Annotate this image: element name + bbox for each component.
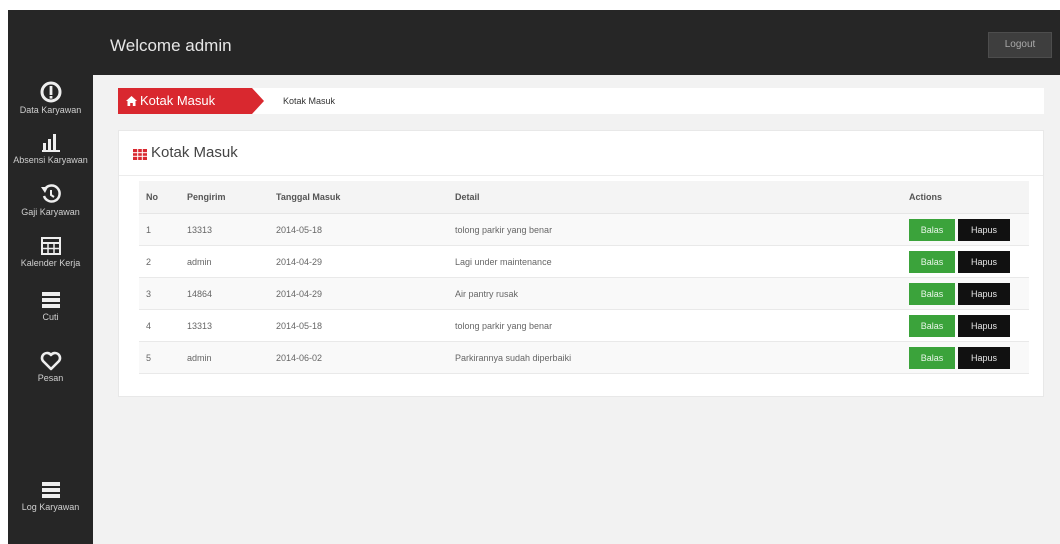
column-header-pengirim[interactable]: Pengirim: [180, 181, 269, 214]
inbox-panel: Kotak Masuk No Pengirim Tanggal Masuk De…: [118, 130, 1044, 397]
cell-no: 4: [139, 309, 180, 342]
breadcrumb-current: Kotak Masuk: [283, 96, 336, 106]
logout-button[interactable]: Logout: [988, 32, 1052, 58]
sidebar-item-data-karyawan[interactable]: Data Karyawan: [8, 81, 93, 115]
table-row: 5 admin 2014-06-02 Parkirannya sudah dip…: [139, 341, 1029, 374]
sidebar-item-label: Cuti: [42, 312, 59, 322]
sidebar-item-label: Pesan: [37, 373, 64, 383]
sidebar-item-label: Absensi Karyawan: [13, 155, 88, 165]
cell-pengirim: 13313: [180, 213, 269, 246]
cell-detail: Parkirannya sudah diperbaiki: [448, 341, 902, 374]
hapus-button[interactable]: Hapus: [958, 282, 1010, 305]
table-row: 1 13313 2014-05-18 tolong parkir yang be…: [139, 213, 1029, 246]
cell-actions: Balas Hapus: [902, 341, 1029, 374]
list-icon: [41, 482, 60, 498]
cell-actions: Balas Hapus: [902, 309, 1029, 342]
panel-title: Kotak Masuk: [151, 144, 238, 161]
cell-actions: Balas Hapus: [902, 277, 1029, 310]
table-icon: [133, 149, 147, 160]
cell-tanggal: 2014-05-18: [269, 213, 448, 246]
hapus-button[interactable]: Hapus: [958, 218, 1010, 241]
table-header-row: No Pengirim Tanggal Masuk Detail Actions: [139, 181, 1029, 214]
app-frame: Welcome admin Logout Data Karyawan Absen…: [8, 10, 1060, 544]
home-icon: [126, 96, 137, 106]
sidebar-item-label: Log Karyawan: [21, 502, 80, 512]
cell-pengirim: 14864: [180, 277, 269, 310]
balas-button[interactable]: Balas: [909, 346, 955, 369]
balas-button[interactable]: Balas: [909, 314, 955, 337]
breadcrumb-home[interactable]: Kotak Masuk: [118, 88, 252, 114]
cell-tanggal: 2014-05-18: [269, 309, 448, 342]
cell-detail: tolong parkir yang benar: [448, 309, 902, 342]
cell-tanggal: 2014-06-02: [269, 341, 448, 374]
sidebar-item-kalender-kerja[interactable]: Kalender Kerja: [8, 236, 93, 268]
cell-actions: Balas Hapus: [902, 245, 1029, 278]
breadcrumb: Kotak Masuk Kotak Masuk: [118, 88, 1044, 114]
balas-button[interactable]: Balas: [909, 218, 955, 241]
cell-no: 3: [139, 277, 180, 310]
top-bar: Welcome admin Logout: [8, 10, 1060, 75]
hapus-button[interactable]: Hapus: [958, 346, 1010, 369]
main-content: Kotak Masuk Kotak Masuk Kotak Masuk No P…: [93, 75, 1060, 544]
inbox-table: No Pengirim Tanggal Masuk Detail Actions…: [139, 181, 1029, 374]
list-icon: [41, 292, 60, 308]
bar-chart-icon: [41, 134, 60, 152]
welcome-text: Welcome admin: [110, 36, 232, 55]
calendar-grid-icon: [40, 237, 61, 255]
column-header-detail[interactable]: Detail: [448, 181, 902, 214]
cell-detail: Air pantry rusak: [448, 277, 902, 310]
table-row: 2 admin 2014-04-29 Lagi under maintenanc…: [139, 245, 1029, 278]
sidebar-item-label: Gaji Karyawan: [21, 207, 80, 217]
cell-tanggal: 2014-04-29: [269, 277, 448, 310]
breadcrumb-arrow: [252, 88, 264, 114]
sidebar-item-label: Kalender Kerja: [20, 258, 81, 268]
heart-icon: [40, 351, 61, 371]
balas-button[interactable]: Balas: [909, 282, 955, 305]
sidebar-item-absensi-karyawan[interactable]: Absensi Karyawan: [8, 131, 93, 165]
hapus-button[interactable]: Hapus: [958, 250, 1010, 273]
sidebar-item-pesan[interactable]: Pesan: [8, 351, 93, 383]
cell-pengirim: admin: [180, 341, 269, 374]
sidebar: Data Karyawan Absensi Karyawan Gaji Kary…: [8, 75, 93, 544]
sidebar-item-label: Data Karyawan: [19, 105, 82, 115]
history-icon: [40, 184, 61, 203]
panel-header: Kotak Masuk: [119, 131, 1043, 176]
cell-tanggal: 2014-04-29: [269, 245, 448, 278]
cell-pengirim: admin: [180, 245, 269, 278]
cell-detail: Lagi under maintenance: [448, 245, 902, 278]
sidebar-item-gaji-karyawan[interactable]: Gaji Karyawan: [8, 183, 93, 217]
cell-no: 1: [139, 213, 180, 246]
sidebar-item-cuti[interactable]: Cuti: [8, 290, 93, 322]
column-header-tanggal-masuk[interactable]: Tanggal Masuk: [269, 181, 448, 214]
balas-button[interactable]: Balas: [909, 250, 955, 273]
column-header-actions: Actions: [902, 181, 1029, 214]
cell-no: 5: [139, 341, 180, 374]
breadcrumb-main-label: Kotak Masuk: [140, 93, 216, 108]
hapus-button[interactable]: Hapus: [958, 314, 1010, 337]
cell-detail: tolong parkir yang benar: [448, 213, 902, 246]
table-row: 3 14864 2014-04-29 Air pantry rusak Bala…: [139, 277, 1029, 310]
cell-actions: Balas Hapus: [902, 213, 1029, 246]
table-row: 4 13313 2014-05-18 tolong parkir yang be…: [139, 309, 1029, 342]
sidebar-item-log-karyawan[interactable]: Log Karyawan: [8, 480, 93, 512]
cell-no: 2: [139, 245, 180, 278]
info-icon: [40, 81, 61, 103]
cell-pengirim: 13313: [180, 309, 269, 342]
column-header-no[interactable]: No: [139, 181, 180, 214]
